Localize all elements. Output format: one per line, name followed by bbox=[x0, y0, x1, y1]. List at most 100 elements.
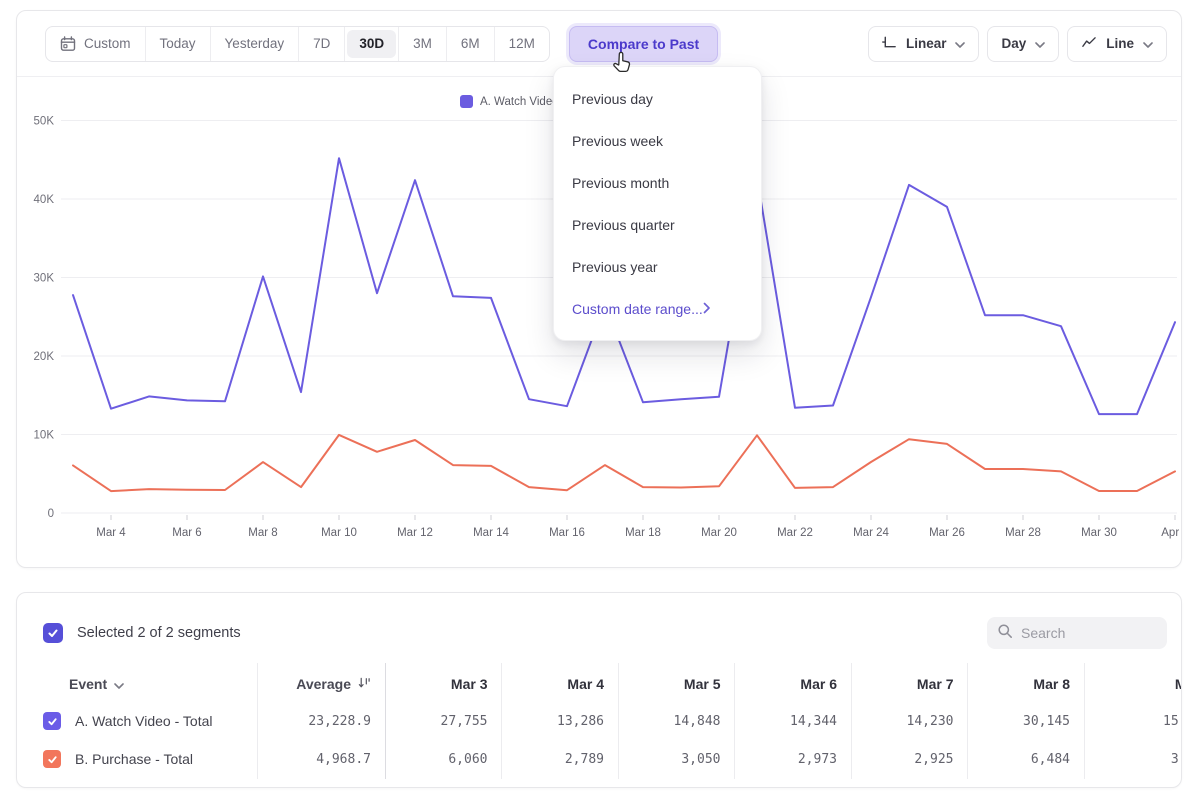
column-divider bbox=[967, 663, 968, 779]
cell-value: 14,230 bbox=[851, 714, 968, 729]
cell-value: 30,145 bbox=[968, 714, 1085, 729]
axis-scale-icon bbox=[882, 35, 897, 53]
select-all-checkbox[interactable] bbox=[43, 623, 63, 643]
event-column-header[interactable]: Event bbox=[17, 676, 257, 692]
segment-checkbox[interactable] bbox=[43, 750, 61, 768]
menu-item-previous-year[interactable]: Previous year bbox=[554, 246, 761, 288]
date-column-header[interactable]: Mar 7 bbox=[851, 676, 968, 692]
svg-text:Apr 1: Apr 1 bbox=[1161, 527, 1183, 539]
chart-display-controls: Linear Day Line bbox=[868, 26, 1167, 62]
range-option-30d[interactable]: 30D bbox=[345, 27, 399, 61]
svg-text:Mar 6: Mar 6 bbox=[172, 527, 201, 539]
chevron-right-icon bbox=[703, 301, 711, 317]
table-row: B. Purchase - Total4,968.76,0602,7893,05… bbox=[17, 740, 1182, 778]
column-divider bbox=[385, 663, 386, 779]
average-value: 4,968.7 bbox=[257, 752, 385, 767]
search-icon bbox=[997, 623, 1013, 644]
column-divider bbox=[257, 663, 258, 779]
range-option-7d[interactable]: 7D bbox=[299, 27, 345, 61]
cell-value: 27,755 bbox=[385, 714, 502, 729]
cell-value: 15, bbox=[1084, 714, 1182, 729]
svg-text:Mar 24: Mar 24 bbox=[853, 527, 889, 539]
interval-select-button[interactable]: Day bbox=[987, 26, 1059, 62]
chart-type-select-button[interactable]: Line bbox=[1067, 26, 1167, 62]
svg-text:Mar 4: Mar 4 bbox=[96, 527, 126, 539]
search-box bbox=[987, 617, 1167, 649]
svg-text:Mar 18: Mar 18 bbox=[625, 527, 661, 539]
cell-value: 6,484 bbox=[968, 752, 1085, 767]
svg-text:0: 0 bbox=[48, 508, 54, 520]
legend-swatch bbox=[460, 95, 473, 108]
svg-text:20K: 20K bbox=[34, 351, 55, 363]
interval-select-label: Day bbox=[1001, 36, 1026, 51]
segment-name: B. Purchase - Total bbox=[75, 751, 193, 767]
column-divider bbox=[501, 663, 502, 779]
scale-select-button[interactable]: Linear bbox=[868, 26, 980, 62]
average-value: 23,228.9 bbox=[257, 714, 385, 729]
date-column-header[interactable]: M bbox=[1084, 676, 1182, 692]
menu-item-label: Custom date range... bbox=[572, 301, 703, 317]
svg-text:50K: 50K bbox=[34, 116, 55, 128]
search-input[interactable] bbox=[1021, 625, 1151, 641]
chevron-down-icon bbox=[114, 676, 124, 692]
selected-count-label: Selected 2 of 2 segments bbox=[77, 625, 241, 641]
menu-item-custom-date-range[interactable]: Custom date range... bbox=[554, 288, 761, 330]
compare-to-past-button[interactable]: Compare to Past bbox=[569, 26, 718, 62]
date-range-control: CustomTodayYesterday7D30D3M6M12M bbox=[45, 26, 550, 62]
menu-item-previous-week[interactable]: Previous week bbox=[554, 120, 761, 162]
menu-item-previous-quarter[interactable]: Previous quarter bbox=[554, 204, 761, 246]
svg-text:Mar 14: Mar 14 bbox=[473, 527, 509, 539]
segments-header: Selected 2 of 2 segments bbox=[43, 615, 1167, 651]
cell-value: 14,344 bbox=[735, 714, 852, 729]
svg-text:Mar 8: Mar 8 bbox=[248, 527, 277, 539]
cell-value: 3,050 bbox=[618, 752, 735, 767]
calendar-icon bbox=[60, 36, 76, 52]
range-option-yesterday[interactable]: Yesterday bbox=[211, 27, 300, 61]
column-divider bbox=[618, 663, 619, 779]
compare-to-past-menu: Previous dayPrevious weekPrevious monthP… bbox=[553, 66, 762, 341]
chart-type-select-label: Line bbox=[1106, 36, 1134, 51]
menu-item-previous-day[interactable]: Previous day bbox=[554, 78, 761, 120]
cell-value: 14,848 bbox=[618, 714, 735, 729]
chevron-down-icon bbox=[1143, 36, 1153, 51]
range-option-today[interactable]: Today bbox=[146, 27, 211, 61]
date-column-header[interactable]: Mar 4 bbox=[502, 676, 619, 692]
cell-value: 3, bbox=[1084, 752, 1182, 767]
range-option-6m[interactable]: 6M bbox=[447, 27, 495, 61]
menu-item-previous-month[interactable]: Previous month bbox=[554, 162, 761, 204]
chevron-down-icon bbox=[1035, 36, 1045, 51]
svg-text:10K: 10K bbox=[34, 430, 55, 442]
cell-value: 2,789 bbox=[502, 752, 619, 767]
svg-text:Mar 30: Mar 30 bbox=[1081, 527, 1117, 539]
svg-text:Mar 12: Mar 12 bbox=[397, 527, 433, 539]
date-column-header[interactable]: Mar 8 bbox=[968, 676, 1085, 692]
date-column-header[interactable]: Mar 3 bbox=[385, 676, 502, 692]
date-column-header[interactable]: Mar 5 bbox=[618, 676, 735, 692]
table-header-row: Event Average Mar 3Mar 4Mar 5Mar 6Mar 7M… bbox=[17, 666, 1182, 702]
segment-checkbox[interactable] bbox=[43, 712, 61, 730]
range-option-3m[interactable]: 3M bbox=[399, 27, 447, 61]
segments-table-body: A. Watch Video - Total 23,228.927,75513,2… bbox=[17, 702, 1182, 778]
svg-text:Mar 20: Mar 20 bbox=[701, 527, 737, 539]
line-chart-icon bbox=[1081, 35, 1097, 53]
segments-panel: Selected 2 of 2 segments Event Average M… bbox=[16, 592, 1182, 788]
svg-text:Mar 26: Mar 26 bbox=[929, 527, 965, 539]
svg-text:Mar 16: Mar 16 bbox=[549, 527, 585, 539]
chevron-down-icon bbox=[955, 36, 965, 51]
svg-text:Mar 28: Mar 28 bbox=[1005, 527, 1041, 539]
segment-name: A. Watch Video - Total bbox=[75, 713, 212, 729]
svg-text:Mar 10: Mar 10 bbox=[321, 527, 357, 539]
column-divider bbox=[1084, 663, 1085, 779]
cell-value: 2,925 bbox=[851, 752, 968, 767]
svg-text:30K: 30K bbox=[34, 273, 55, 285]
cell-value: 13,286 bbox=[502, 714, 619, 729]
svg-text:40K: 40K bbox=[34, 194, 55, 206]
table-row: A. Watch Video - Total 23,228.927,75513,2… bbox=[17, 702, 1182, 740]
range-option-12m[interactable]: 12M bbox=[495, 27, 549, 61]
svg-text:Mar 22: Mar 22 bbox=[777, 527, 813, 539]
column-divider bbox=[851, 663, 852, 779]
column-divider bbox=[734, 663, 735, 779]
range-option-custom[interactable]: Custom bbox=[46, 27, 146, 61]
date-column-header[interactable]: Mar 6 bbox=[735, 676, 852, 692]
average-column-header[interactable]: Average bbox=[257, 676, 385, 692]
